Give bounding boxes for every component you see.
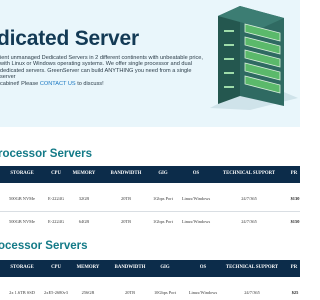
col-storage: STORAGE <box>10 171 34 176</box>
page-title: dicated Server <box>0 27 139 50</box>
row-divider <box>0 211 300 212</box>
cell-os: Linux/Windows <box>188 290 218 295</box>
hero-description: ient unmanaged Dedicated Servers in 2 di… <box>0 55 205 87</box>
cell-memory: 64GB <box>78 219 90 224</box>
col-bandwidth: BANDWIDTH <box>114 265 146 270</box>
contact-us-link[interactable]: CONTACT US <box>40 81 76 87</box>
hero-desc-end: to discuss! <box>75 80 104 87</box>
cell-price: $150 <box>290 219 300 224</box>
col-cpu: CPU <box>51 265 61 270</box>
cell-cpu: 2xE5-2680v3 <box>44 290 68 295</box>
hero-desc-line: ient unmanaged Dedicated Servers in 2 di… <box>0 55 203 61</box>
server-rack-icon <box>210 6 298 110</box>
col-price: PR <box>290 171 298 176</box>
cell-gig: 1Gbps Port <box>153 219 173 224</box>
cell-memory: 32GB <box>78 196 90 201</box>
cell-cpu: E-2224G <box>47 196 65 201</box>
section-title-single-processor: rocessor Servers <box>0 148 92 160</box>
cell-bandwidth: 20TB <box>124 290 136 295</box>
cell-support: 24/7/365 <box>241 196 257 201</box>
col-price: PR <box>290 265 298 270</box>
col-os: OS <box>199 265 207 270</box>
hero-banner: dicated Server ient unmanaged Dedicated … <box>0 0 300 127</box>
cell-bandwidth: 20TB <box>120 219 132 224</box>
cell-support: 24/7/365 <box>244 290 260 295</box>
section-title-dual-processor: ocessor Servers <box>0 240 88 252</box>
hero-desc-line: with Linux or Windows operating systems.… <box>0 61 192 68</box>
cell-os: Linux/Windows <box>181 196 211 201</box>
cell-storage: 500GB NVMe <box>9 219 35 224</box>
table-header: STORAGE CPU MEMORY BANDWIDTH GIG OS TECH… <box>0 166 300 183</box>
col-technical-support: TECHNICAL SUPPORT <box>222 171 276 176</box>
cell-gig: 10Gbps Port <box>153 290 177 295</box>
col-gig: GIG <box>158 171 168 176</box>
hero-desc-line: dedicated servers. GreenServer can build… <box>0 67 192 81</box>
table-header: STORAGE CPU MEMORY BANDWIDTH GIG OS TECH… <box>0 260 300 277</box>
cell-cpu: E-2224G <box>47 219 65 224</box>
col-memory: MEMORY <box>72 171 96 176</box>
cell-price: $25 <box>291 290 299 295</box>
col-storage: STORAGE <box>10 265 34 270</box>
cell-gig: 1Gbps Port <box>153 196 173 201</box>
cell-memory: 256GB <box>81 290 95 295</box>
col-os: OS <box>192 171 200 176</box>
col-technical-support: TECHNICAL SUPPORT <box>225 265 279 270</box>
col-gig: GIG <box>160 265 170 270</box>
col-cpu: CPU <box>51 171 61 176</box>
cell-price: $130 <box>290 196 300 201</box>
cell-storage: 500GB NVMe <box>9 196 35 201</box>
cell-bandwidth: 20TB <box>120 196 132 201</box>
col-memory: MEMORY <box>76 265 100 270</box>
cell-support: 24/7/365 <box>241 219 257 224</box>
cell-os: Linux/Windows <box>181 219 211 224</box>
col-bandwidth: BANDWIDTH <box>110 171 142 176</box>
hero-desc-line: cabinet! Please <box>0 80 40 87</box>
cell-storage: 2x 1.6TB SSD <box>9 290 35 295</box>
